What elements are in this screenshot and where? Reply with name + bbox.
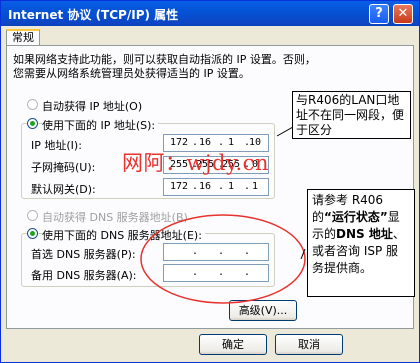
note-dns-reference: 请参考 R406 的“运行状态”显示的DNS 地址、或者咨询 ISP 服务提供商… [307, 189, 415, 297]
dns-highlight-ellipse [140, 214, 306, 304]
note-lan-subnet: 与R406的LAN口地址不在同一网段，便于区分 [292, 91, 411, 139]
note2-part-d: DNS 地址 [336, 227, 393, 241]
watermark-text: 网阿：wjdy.cn [122, 151, 269, 175]
annotation-overlay [140, 126, 306, 304]
note2-part-b: “运行状态” [324, 210, 388, 224]
tcpip-properties-dialog: Internet 协议 (TCP/IP) 属性 ? ✕ 常规 如果网络支持此功能… [0, 0, 420, 363]
note1-pointer [276, 126, 294, 137]
